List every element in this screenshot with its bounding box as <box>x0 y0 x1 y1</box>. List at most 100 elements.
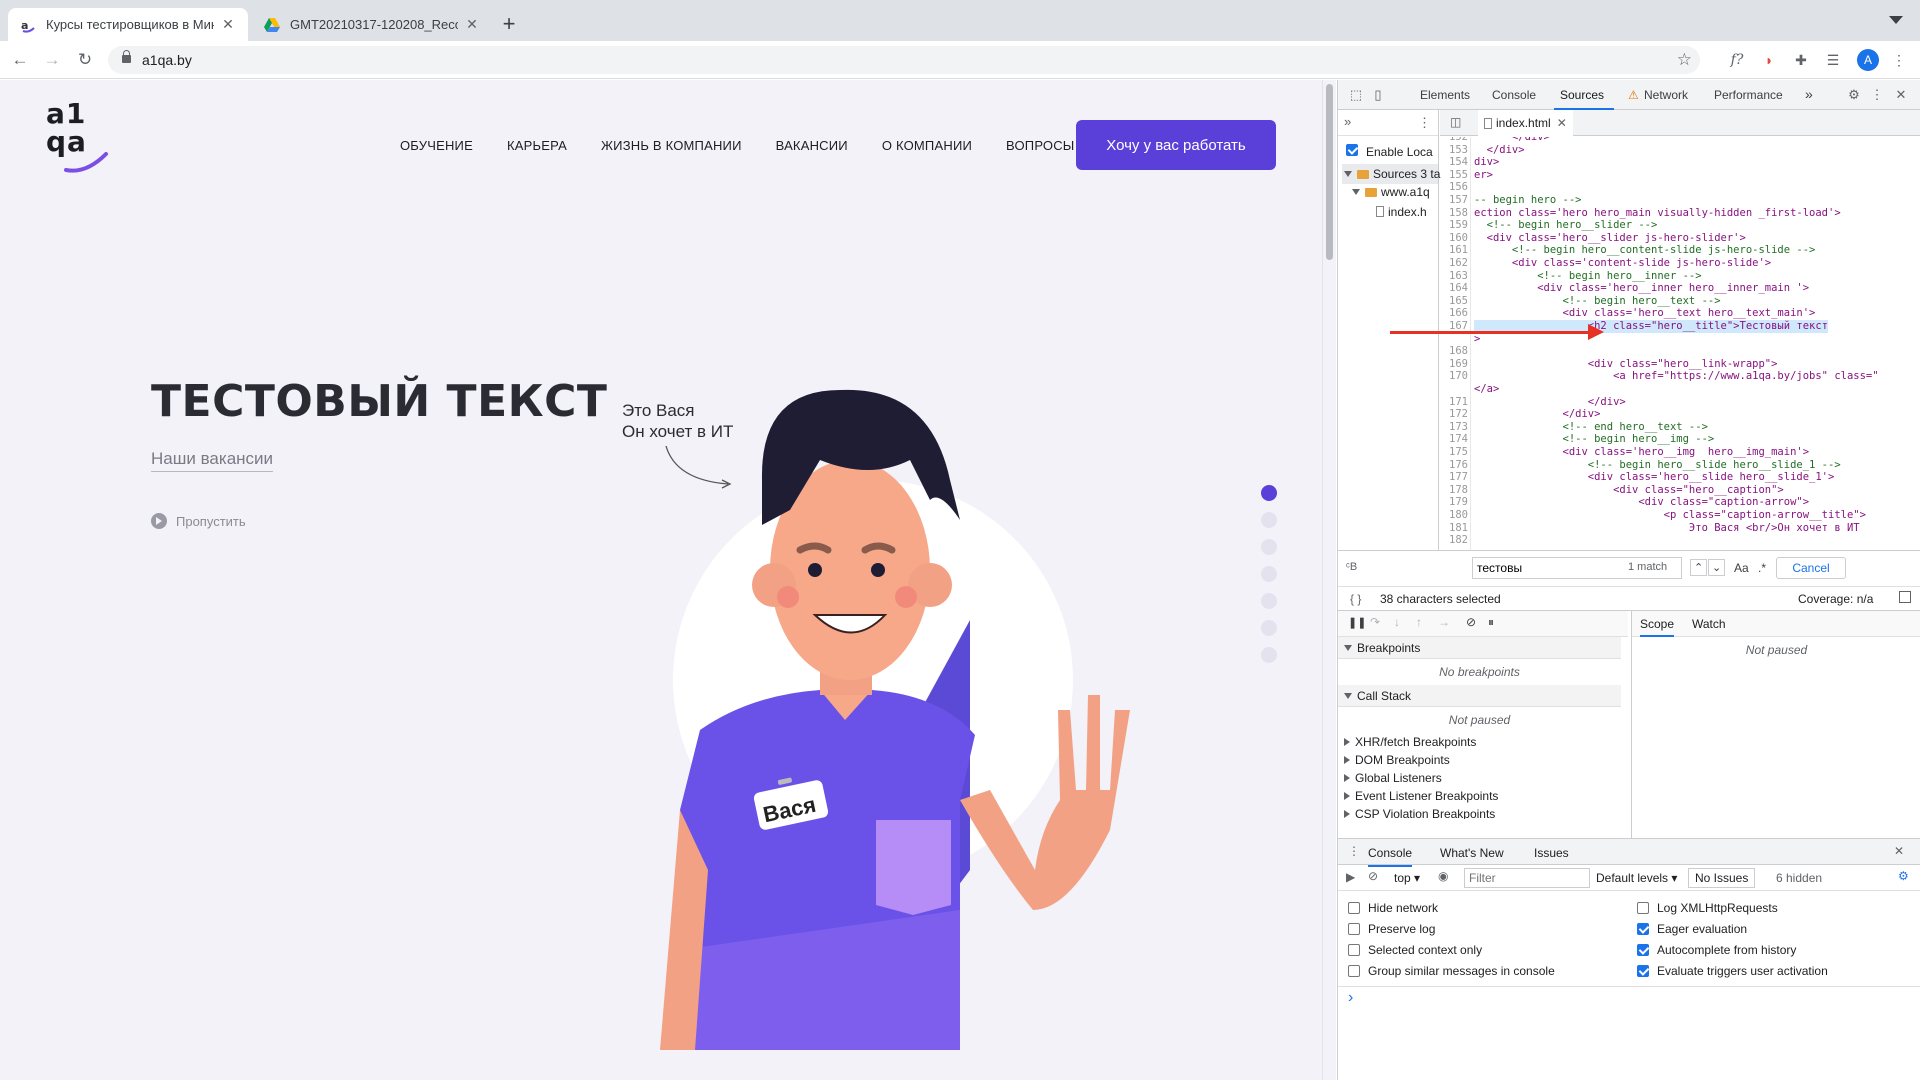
code-line[interactable]: <!-- begin hero__text --> <box>1474 295 1721 308</box>
code-line[interactable]: <div class="hero__link-wrapp"> <box>1474 358 1778 371</box>
vacancies-link[interactable]: Наши вакансии <box>151 449 274 472</box>
code-line[interactable]: </div> <box>1474 144 1525 157</box>
tab-network[interactable]: Network <box>1644 88 1688 102</box>
a1qa-logo[interactable]: a1 qa <box>46 100 116 180</box>
code-line[interactable]: er> <box>1474 169 1493 182</box>
tab-watch[interactable]: Watch <box>1692 617 1726 631</box>
xhr-breakpoints-header[interactable]: XHR/fetch Breakpoints <box>1338 733 1621 751</box>
code-line[interactable]: <div class='hero__img hero__img_main'> <box>1474 446 1810 459</box>
close-tab-icon[interactable]: ✕ <box>220 16 236 33</box>
console-settings-gear-icon[interactable]: ⚙ <box>1898 869 1909 883</box>
drawer-menu-icon[interactable]: ⋮ <box>1348 844 1360 858</box>
tab-search-icon[interactable] <box>1889 16 1903 24</box>
nav-item-about[interactable]: О КОМПАНИИ <box>882 138 972 153</box>
slide-dot[interactable] <box>1261 566 1277 582</box>
checkbox[interactable] <box>1348 944 1360 956</box>
slide-dot[interactable] <box>1261 512 1277 528</box>
address-bar[interactable]: a1qa.by ☆ <box>108 46 1700 74</box>
tree-sources-root[interactable]: Sources 3 ta <box>1342 164 1440 184</box>
autocomplete-option[interactable]: Autocomplete from history <box>1637 943 1796 957</box>
code-line[interactable]: <div class='hero__slide hero__slide_1'> <box>1474 471 1835 484</box>
match-case-button[interactable]: Aa <box>1734 561 1749 575</box>
bookmark-star-icon[interactable]: ☆ <box>1677 50 1692 70</box>
page-scrollbar-thumb[interactable] <box>1326 84 1333 260</box>
code-line[interactable]: </div> <box>1474 408 1601 421</box>
console-filter-input[interactable] <box>1464 868 1590 888</box>
code-line[interactable]: <div class='hero__slider js-hero-slider'… <box>1474 232 1746 245</box>
nav-item-questions[interactable]: ВОПРОСЫ <box>1006 138 1075 153</box>
code-line[interactable]: <div class="caption-arrow"> <box>1474 496 1809 509</box>
reload-icon[interactable]: ↻ <box>73 49 97 71</box>
evaluate-triggers-option[interactable]: Evaluate triggers user activation <box>1637 964 1828 978</box>
tab-sources[interactable]: Sources <box>1560 88 1604 102</box>
extensions-puzzle-icon[interactable]: ✚ <box>1791 50 1811 70</box>
preserve-log-option[interactable]: Preserve log <box>1348 922 1435 936</box>
code-line[interactable]: <!-- begin hero__img --> <box>1474 433 1715 446</box>
code-line[interactable]: <div class="hero__caption"> <box>1474 484 1784 497</box>
code-line[interactable]: Это Вася <br/>Он хочет в ИТ <box>1474 522 1860 535</box>
apply-button[interactable]: Хочу у вас работать <box>1076 120 1276 170</box>
back-icon[interactable]: ← <box>8 49 32 71</box>
forward-icon[interactable]: → <box>40 49 64 71</box>
close-devtools-icon[interactable]: ✕ <box>1893 87 1909 103</box>
code-line[interactable]: <p class="caption-arrow__title"> <box>1474 509 1866 522</box>
checkbox[interactable] <box>1348 923 1360 935</box>
code-line[interactable]: <!-- end hero__text --> <box>1474 421 1708 434</box>
device-toolbar-icon[interactable]: ▯ <box>1370 87 1386 103</box>
replace-toggle-icon[interactable]: ᶜB <box>1346 561 1357 573</box>
show-sidebar-icon[interactable]: ▶ <box>1346 870 1355 884</box>
page-scrollbar[interactable] <box>1322 80 1336 1080</box>
coverage-toggle-icon[interactable] <box>1899 591 1911 603</box>
breakpoints-header[interactable]: Breakpoints <box>1338 637 1621 659</box>
step-icon[interactable]: → <box>1438 615 1450 629</box>
clear-console-icon[interactable]: ⊘ <box>1368 869 1378 883</box>
checkbox-checked[interactable] <box>1637 944 1649 956</box>
tab-performance[interactable]: Performance <box>1714 88 1783 102</box>
drawer-tab-issues[interactable]: Issues <box>1534 846 1569 860</box>
tab-console[interactable]: Console <box>1492 88 1536 102</box>
step-over-icon[interactable]: ↷ <box>1370 615 1380 629</box>
close-file-tab-icon[interactable]: ✕ <box>1557 116 1567 130</box>
code-line[interactable]: <div class='hero__inner hero__inner_main… <box>1474 282 1809 295</box>
tab-elements[interactable]: Elements <box>1420 88 1470 102</box>
checkbox-checked[interactable] <box>1637 965 1649 977</box>
event-listener-breakpoints-header[interactable]: Event Listener Breakpoints <box>1338 787 1621 805</box>
editor-file-tab[interactable]: index.html ✕ <box>1478 110 1573 136</box>
console-prompt[interactable]: › <box>1348 989 1353 1007</box>
pretty-print-icon[interactable]: { } <box>1350 592 1361 606</box>
settings-gear-icon[interactable]: ⚙ <box>1846 87 1862 103</box>
checkbox[interactable] <box>1348 965 1360 977</box>
dom-breakpoints-header[interactable]: DOM Breakpoints <box>1338 751 1621 769</box>
tab-scope[interactable]: Scope <box>1640 617 1675 637</box>
nav-item-life[interactable]: ЖИЗНЬ В КОМПАНИИ <box>601 138 742 153</box>
context-select[interactable]: top ▾ <box>1394 871 1420 885</box>
code-line[interactable]: <!-- begin hero__content-slide js-hero-s… <box>1474 244 1815 257</box>
nav-item-career[interactable]: КАРЬЕРА <box>507 138 567 153</box>
more-tabs-icon[interactable]: » <box>1805 86 1813 102</box>
deactivate-breakpoints-icon[interactable]: ⊘ <box>1466 615 1476 629</box>
checkbox-checked[interactable] <box>1637 923 1649 935</box>
step-out-icon[interactable]: ↑ <box>1416 615 1422 629</box>
cancel-search-button[interactable]: Cancel <box>1776 557 1846 579</box>
tab-drive[interactable]: GMT20210317-120208_Recor ✕ <box>252 8 492 41</box>
slide-dot[interactable] <box>1261 485 1277 501</box>
slide-dot[interactable] <box>1261 539 1277 555</box>
drawer-tab-whats-new[interactable]: What's New <box>1440 846 1504 860</box>
live-expression-eye-icon[interactable]: ◉ <box>1438 869 1448 883</box>
code-line[interactable]: div> <box>1474 156 1499 169</box>
code-area[interactable]: 152 </div> 153 </div> 154 div> 155 er> 156 157-… <box>1440 137 1920 550</box>
formula-extension-icon[interactable]: f? <box>1727 50 1747 70</box>
profile-avatar[interactable]: A <box>1857 49 1879 71</box>
code-line[interactable]: > <box>1474 333 1480 346</box>
tree-domain[interactable]: www.a1q <box>1352 185 1430 199</box>
reading-list-icon[interactable]: ☰ <box>1823 50 1843 70</box>
magnet-extension-icon[interactable]: ◗ <box>1759 50 1779 70</box>
nav-item-training[interactable]: ОБУЧЕНИЕ <box>400 138 473 153</box>
code-line[interactable]: <div class='hero__text hero__text_main'> <box>1474 307 1816 320</box>
new-tab-button[interactable]: + <box>498 13 520 35</box>
hide-network-option[interactable]: Hide network <box>1348 901 1438 915</box>
code-line[interactable]: <div class='content-slide js-hero-slide'… <box>1474 257 1771 270</box>
step-into-icon[interactable]: ↓ <box>1394 615 1400 629</box>
pause-icon[interactable]: ❚❚ <box>1348 616 1366 629</box>
code-line[interactable]: <a href="https://www.a1qa.by/jobs" class… <box>1474 370 1879 383</box>
